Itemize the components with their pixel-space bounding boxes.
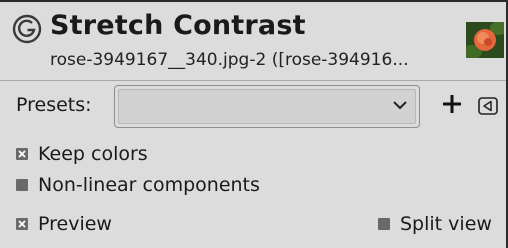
gimp-filter-icon [12,14,42,44]
chevron-down-icon [393,101,407,110]
dialog-header: Stretch Contrast rose-3949167__340.jpg-2… [0,2,506,80]
non-linear-checkbox[interactable] [16,179,28,191]
preview-checkbox[interactable] [16,218,28,230]
split-view-label: Split view [400,213,492,235]
image-name: rose-3949167__340.jpg-2 ([rose-394916... [50,50,409,70]
non-linear-option[interactable]: Non-linear components [16,174,260,196]
keep-colors-label: Keep colors [38,143,148,165]
preview-option[interactable]: Preview [16,213,112,235]
keep-colors-option[interactable]: Keep colors [16,143,148,165]
header-separator [0,80,506,81]
add-preset-button[interactable] [440,92,464,116]
presets-combo[interactable] [114,85,420,128]
image-thumbnail [466,22,504,58]
presets-combo-field [118,89,416,124]
check-mark-icon [18,220,26,228]
preview-label: Preview [38,213,112,235]
dialog-title: Stretch Contrast [50,10,306,41]
check-mark-icon [18,150,26,158]
presets-label: Presets: [16,94,92,116]
presets-menu-button[interactable] [478,97,498,115]
split-view-option[interactable]: Split view [378,213,492,235]
split-view-checkbox[interactable] [378,218,390,230]
non-linear-label: Non-linear components [38,174,260,196]
keep-colors-checkbox[interactable] [16,148,28,160]
